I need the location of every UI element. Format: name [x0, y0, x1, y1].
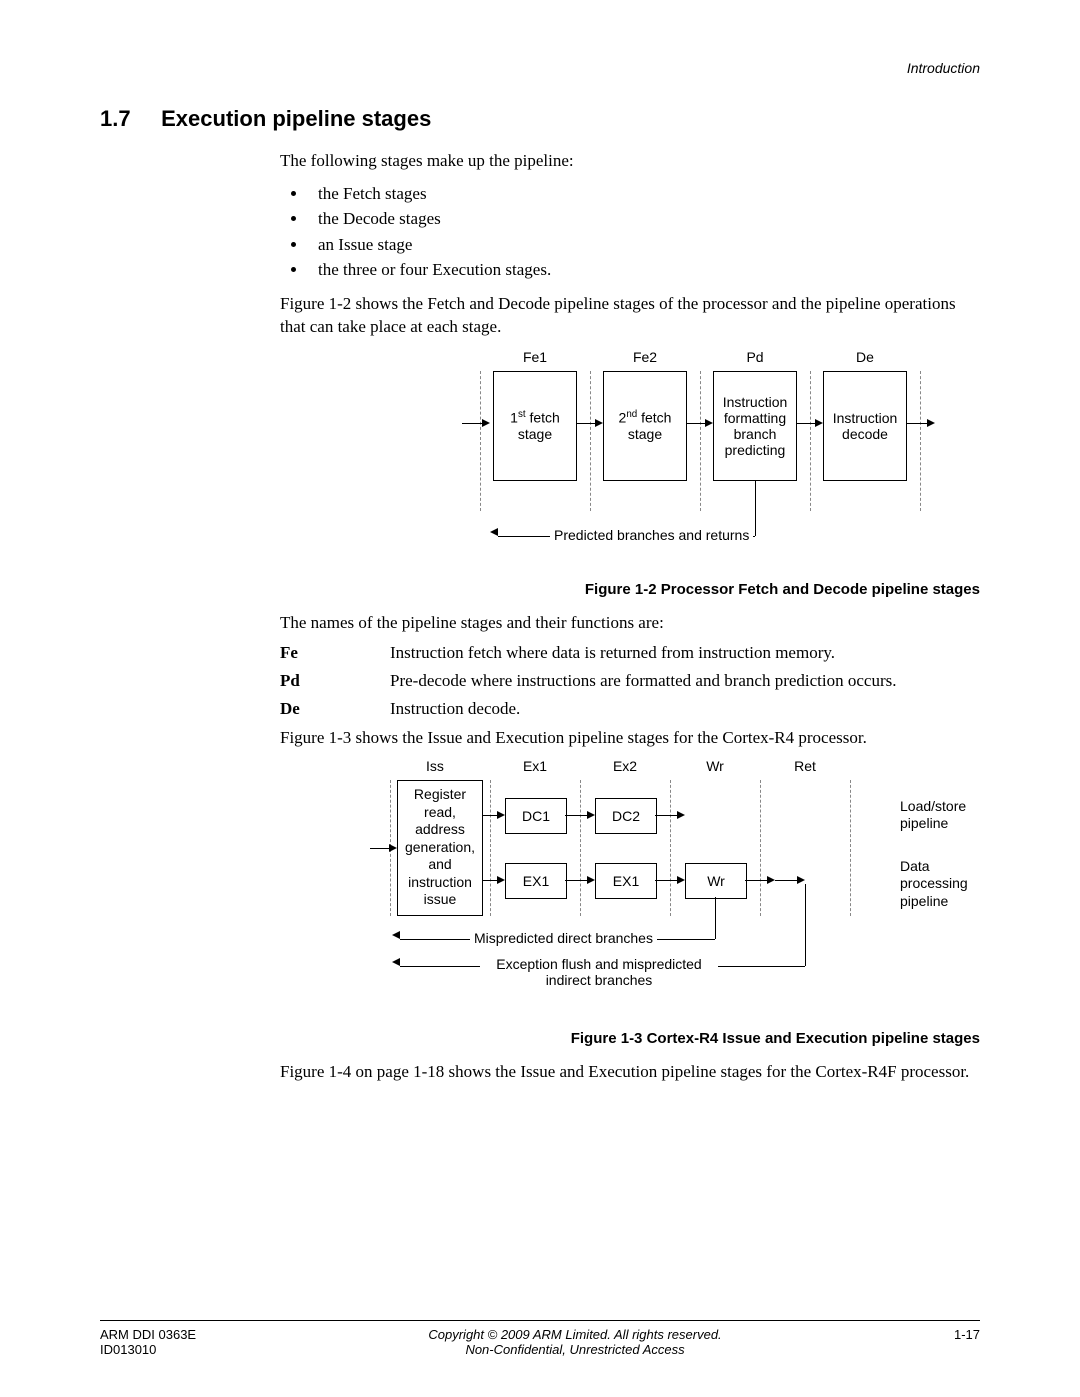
stage-divider	[670, 780, 671, 916]
box-ex1b: EX1	[595, 863, 657, 899]
box-fe1-text: 1st fetch stage	[498, 409, 572, 442]
stage-divider	[810, 371, 811, 511]
footer-doc-num: ARM DDI 0363E	[100, 1327, 196, 1342]
intro-paragraph: The following stages make up the pipelin…	[280, 150, 980, 173]
stage-divider	[700, 371, 701, 511]
label-dataproc: Data processing pipeline	[900, 858, 990, 911]
definition-list: Fe Instruction fetch where data is retur…	[280, 643, 980, 719]
section-title: Execution pipeline stages	[161, 106, 431, 131]
figure-1-3: Iss Ex1 Ex2 Wr Ret Register read, addres…	[340, 758, 980, 1018]
col-label-fe1: Fe1	[490, 349, 580, 365]
def-desc: Pre-decode where instructions are format…	[390, 671, 897, 691]
col-label-wr: Wr	[675, 758, 755, 774]
paragraph: Figure 1-2 shows the Fetch and Decode pi…	[280, 293, 980, 339]
col-label-pd: Pd	[710, 349, 800, 365]
list-item: the Fetch stages	[308, 181, 980, 207]
definition-row: Fe Instruction fetch where data is retur…	[280, 643, 980, 663]
feedback-label-2: Exception flush and mispredicted indirec…	[480, 956, 718, 988]
figure-1-2-caption: Figure 1-2 Processor Fetch and Decode pi…	[280, 581, 980, 598]
definition-row: De Instruction decode.	[280, 699, 980, 719]
feedback-line	[755, 481, 756, 536]
def-desc: Instruction fetch where data is returned…	[390, 643, 835, 663]
definition-row: Pd Pre-decode where instructions are for…	[280, 671, 980, 691]
stage-divider	[580, 780, 581, 916]
col-label-ret: Ret	[765, 758, 845, 774]
box-fe2: 2nd fetch stage	[603, 371, 687, 481]
box-wr: Wr	[685, 863, 747, 899]
feedback-line	[715, 897, 716, 939]
pipeline-stage-list: the Fetch stages the Decode stages an Is…	[280, 181, 980, 283]
running-head: Introduction	[100, 60, 980, 76]
box-de: Instruction decode	[823, 371, 907, 481]
paragraph: Figure 1-4 on page 1-18 shows the Issue …	[280, 1061, 980, 1084]
figure-1-2: Fe1 Fe2 Pd De 1st fetch stage 2nd fetch …	[480, 349, 980, 569]
stage-divider	[850, 780, 851, 916]
footer-classification: Non-Confidential, Unrestricted Access	[196, 1342, 954, 1357]
section-number: 1.7	[100, 106, 155, 132]
def-term: Fe	[280, 643, 390, 663]
box-ex1: EX1	[505, 863, 567, 899]
stage-divider	[760, 780, 761, 916]
box-pd: Instruction formatting branch predicting	[713, 371, 797, 481]
stage-divider	[920, 371, 921, 511]
def-term: Pd	[280, 671, 390, 691]
footer-page-number: 1-17	[954, 1327, 980, 1342]
def-term: De	[280, 699, 390, 719]
list-item: an Issue stage	[308, 232, 980, 258]
paragraph: Figure 1-3 shows the Issue and Execution…	[280, 727, 980, 750]
box-dc1: DC1	[505, 798, 567, 834]
feedback-label: Predicted branches and returns	[550, 527, 753, 543]
col-label-ex2: Ex2	[585, 758, 665, 774]
feedback-label-1: Mispredicted direct branches	[470, 930, 657, 946]
def-desc: Instruction decode.	[390, 699, 520, 719]
col-label-fe2: Fe2	[600, 349, 690, 365]
box-fe2-text: 2nd fetch stage	[608, 409, 682, 442]
figure-1-3-caption: Figure 1-3 Cortex-R4 Issue and Execution…	[280, 1030, 980, 1047]
paragraph: The names of the pipeline stages and the…	[280, 612, 980, 635]
feedback-line	[805, 884, 806, 966]
stage-divider	[480, 371, 481, 511]
stage-divider	[490, 780, 491, 916]
section-heading: 1.7 Execution pipeline stages	[100, 106, 980, 132]
box-fe1: 1st fetch stage	[493, 371, 577, 481]
col-label-iss: Iss	[395, 758, 475, 774]
label-loadstore: Load/store pipeline	[900, 798, 980, 833]
footer-doc-id: ID013010	[100, 1342, 196, 1357]
footer-copyright: Copyright © 2009 ARM Limited. All rights…	[196, 1327, 954, 1342]
list-item: the three or four Execution stages.	[308, 257, 980, 283]
stage-divider	[590, 371, 591, 511]
box-iss: Register read, address generation, and i…	[397, 780, 483, 916]
col-label-de: De	[820, 349, 910, 365]
box-dc2: DC2	[595, 798, 657, 834]
page-footer: ARM DDI 0363E ID013010 Copyright © 2009 …	[100, 1320, 980, 1357]
col-label-ex1: Ex1	[495, 758, 575, 774]
list-item: the Decode stages	[308, 206, 980, 232]
